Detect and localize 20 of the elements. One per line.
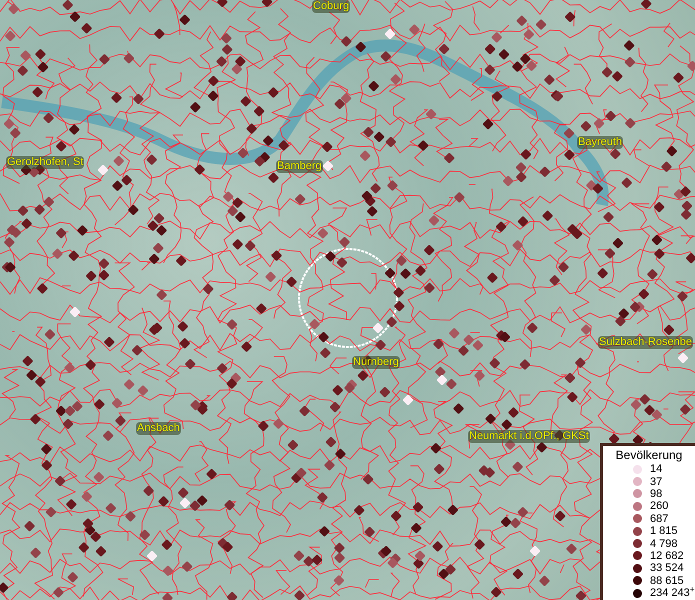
legend-label: 260 [650, 500, 668, 512]
place-label: Coburg [312, 0, 350, 13]
place-label: Bayreuth [577, 136, 624, 149]
legend-label: 4 798 [650, 538, 678, 550]
legend-title: Bevölkerung [614, 448, 684, 463]
legend-label: 14 [650, 463, 662, 476]
place-label: Bamberg [276, 160, 323, 173]
place-label: Ansbach [136, 422, 181, 435]
legend-label: 37 [650, 476, 662, 488]
legend-label: 234 243$^{+}$ [650, 587, 695, 600]
legend-label: 88 615 [650, 574, 684, 587]
legend-label: 98 [650, 488, 662, 500]
place-label: Gerolzhofen, St [6, 156, 84, 169]
place-label: Nürnberg [352, 356, 400, 369]
place-label: Neumarkt i.d.OPf., GKSt [468, 430, 590, 443]
place-label: Sulzbach-Rosenbe [598, 336, 693, 349]
legend-label: 12 682 [650, 550, 684, 562]
legend-label: 1 815 [650, 525, 678, 538]
legend-label: 33 524 [650, 562, 684, 574]
legend-label: 687 [650, 512, 668, 525]
